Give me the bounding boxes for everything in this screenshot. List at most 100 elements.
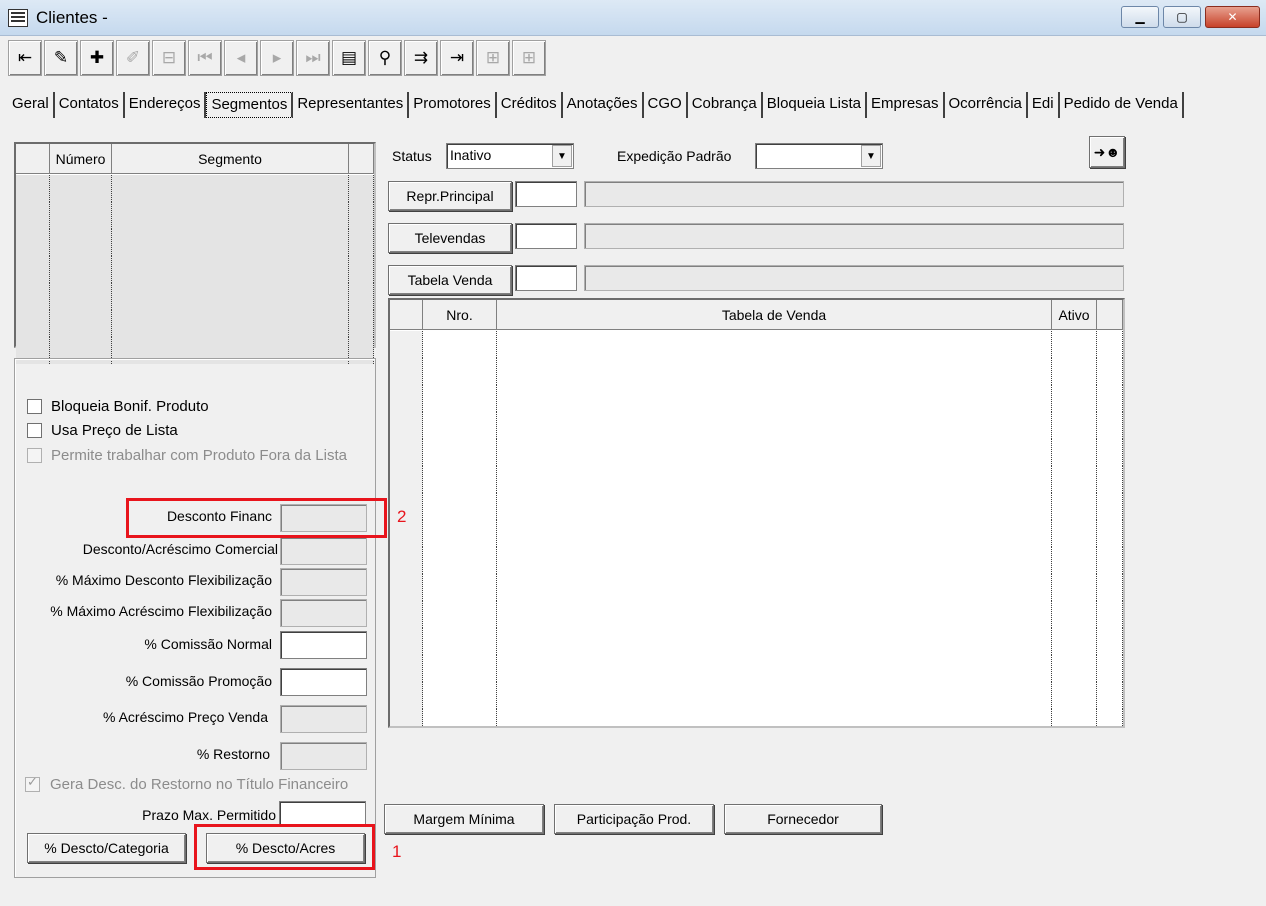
table-cell[interactable] xyxy=(349,175,374,202)
table-cell[interactable] xyxy=(390,385,423,412)
table-cell[interactable] xyxy=(1097,493,1123,520)
toolbar-button-remove-record[interactable]: ⊟ xyxy=(152,40,186,76)
table-cell[interactable] xyxy=(1052,682,1097,709)
close-button[interactable]: ✕ xyxy=(1205,6,1260,28)
table-cell[interactable] xyxy=(1052,601,1097,628)
toolbar-button-import[interactable]: ⇉ xyxy=(404,40,438,76)
televendas-button[interactable]: Televendas xyxy=(388,223,512,253)
tab-cgo[interactable]: CGO xyxy=(644,92,688,118)
expedicao-select[interactable]: ▼ xyxy=(755,143,883,169)
minimize-button[interactable]: ▁ xyxy=(1121,6,1159,28)
table-cell[interactable] xyxy=(390,574,423,601)
desc-categoria-button[interactable]: % Descto/Categoria xyxy=(27,833,186,863)
tab-anotacoes[interactable]: Anotações xyxy=(563,92,644,118)
segment-grid[interactable]: Número Segmento xyxy=(14,142,376,364)
table-row[interactable] xyxy=(16,229,374,256)
table-cell[interactable] xyxy=(423,331,497,358)
table-cell[interactable] xyxy=(112,175,349,202)
bloqueia-bonif-checkbox[interactable] xyxy=(27,399,42,414)
table-cell[interactable] xyxy=(390,709,423,726)
toolbar-button-first-record[interactable]: ⏮ xyxy=(188,40,222,76)
table-cell[interactable] xyxy=(497,331,1052,358)
tab-edi[interactable]: Edi xyxy=(1028,92,1060,118)
table-cell[interactable] xyxy=(390,466,423,493)
table-cell[interactable] xyxy=(390,547,423,574)
tab-empresas[interactable]: Empresas xyxy=(867,92,945,118)
table-cell[interactable] xyxy=(390,439,423,466)
table-row[interactable] xyxy=(390,493,1123,520)
table-cell[interactable] xyxy=(50,175,112,202)
tabela-venda-button[interactable]: Tabela Venda xyxy=(388,265,512,295)
table-cell[interactable] xyxy=(112,310,349,337)
toolbar-button-list[interactable]: ▤ xyxy=(332,40,366,76)
tab-contatos[interactable]: Contatos xyxy=(55,92,125,118)
tab-enderecos[interactable]: Endereços xyxy=(125,92,207,118)
table-cell[interactable] xyxy=(349,256,374,283)
table-cell[interactable] xyxy=(1052,466,1097,493)
table-cell[interactable] xyxy=(1052,520,1097,547)
table-cell[interactable] xyxy=(390,493,423,520)
televendas-code[interactable] xyxy=(515,223,577,249)
toolbar-button-next-record[interactable]: ▸ xyxy=(260,40,294,76)
table-row[interactable] xyxy=(390,547,1123,574)
table-cell[interactable] xyxy=(1097,655,1123,682)
table-cell[interactable] xyxy=(423,466,497,493)
margem-minima-button[interactable]: Margem Mínima xyxy=(384,804,544,834)
tab-segmentos[interactable]: Segmentos xyxy=(206,92,294,118)
table-row[interactable] xyxy=(390,412,1123,439)
comissao-promocao-input[interactable] xyxy=(280,668,367,696)
table-cell[interactable] xyxy=(390,520,423,547)
table-cell[interactable] xyxy=(390,682,423,709)
toolbar-button-binoculars[interactable]: ⚲ xyxy=(368,40,402,76)
toolbar-button-exit-door[interactable]: ⇤ xyxy=(8,40,42,76)
usa-preco-lista-checkbox[interactable] xyxy=(27,423,42,438)
col-tabela-header[interactable]: Tabela de Venda xyxy=(497,300,1052,330)
table-cell[interactable] xyxy=(1052,331,1097,358)
table-cell[interactable] xyxy=(423,628,497,655)
table-row[interactable] xyxy=(390,520,1123,547)
table-cell[interactable] xyxy=(390,412,423,439)
tabela-venda-grid[interactable]: Nro. Tabela de Venda Ativo xyxy=(388,298,1125,728)
tab-bloqueia-lista[interactable]: Bloqueia Lista xyxy=(763,92,867,118)
table-cell[interactable] xyxy=(349,283,374,310)
table-cell[interactable] xyxy=(16,229,50,256)
table-row[interactable] xyxy=(16,202,374,229)
toolbar-button-grid-disabled-2[interactable]: ⊞ xyxy=(512,40,546,76)
table-cell[interactable] xyxy=(390,601,423,628)
table-cell[interactable] xyxy=(112,283,349,310)
toolbar-button-edit-record[interactable]: ✐ xyxy=(116,40,150,76)
table-cell[interactable] xyxy=(497,655,1052,682)
table-row[interactable] xyxy=(390,601,1123,628)
status-select[interactable]: Inativo ▼ xyxy=(446,143,574,169)
col-nro-header[interactable]: Nro. xyxy=(423,300,497,330)
table-cell[interactable] xyxy=(497,574,1052,601)
table-cell[interactable] xyxy=(1097,574,1123,601)
table-cell[interactable] xyxy=(497,601,1052,628)
table-row[interactable] xyxy=(390,709,1123,726)
table-cell[interactable] xyxy=(1097,601,1123,628)
table-cell[interactable] xyxy=(112,202,349,229)
table-cell[interactable] xyxy=(1052,439,1097,466)
repr-principal-button[interactable]: Repr.Principal xyxy=(388,181,512,211)
table-cell[interactable] xyxy=(423,520,497,547)
table-cell[interactable] xyxy=(1052,547,1097,574)
toolbar-button-last-record[interactable]: ⏭ xyxy=(296,40,330,76)
toolbar-button-export[interactable]: ⇥ xyxy=(440,40,474,76)
tab-representantes[interactable]: Representantes xyxy=(293,92,410,118)
table-cell[interactable] xyxy=(50,256,112,283)
table-cell[interactable] xyxy=(423,682,497,709)
tab-ocorrencia[interactable]: Ocorrência xyxy=(945,92,1028,118)
table-cell[interactable] xyxy=(497,547,1052,574)
table-cell[interactable] xyxy=(50,310,112,337)
table-row[interactable] xyxy=(390,439,1123,466)
table-cell[interactable] xyxy=(1097,358,1123,385)
table-row[interactable] xyxy=(16,310,374,337)
table-cell[interactable] xyxy=(497,466,1052,493)
table-cell[interactable] xyxy=(1097,628,1123,655)
table-cell[interactable] xyxy=(50,229,112,256)
table-cell[interactable] xyxy=(423,547,497,574)
table-cell[interactable] xyxy=(497,628,1052,655)
table-cell[interactable] xyxy=(16,283,50,310)
table-cell[interactable] xyxy=(423,655,497,682)
table-row[interactable] xyxy=(390,358,1123,385)
